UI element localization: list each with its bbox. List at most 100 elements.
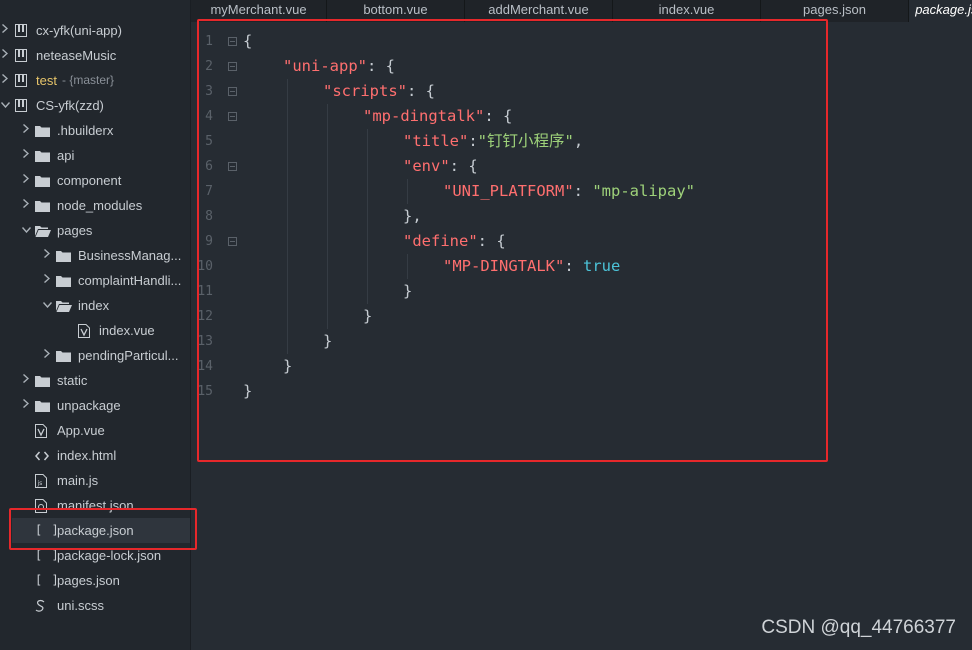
sidebar-item-index-vue[interactable]: index.vue (0, 318, 190, 343)
code-line[interactable]: }, (403, 204, 422, 229)
manifest-file-icon (35, 493, 47, 518)
indent-guide (287, 329, 288, 354)
chevron-down-icon[interactable] (21, 218, 31, 243)
sidebar-item-complainthandli[interactable]: complaintHandli... (0, 268, 190, 293)
folder-icon (56, 268, 71, 293)
sidebar-item-pages[interactable]: pages (0, 218, 190, 243)
indent-guide (367, 129, 368, 154)
code-line[interactable]: "title":"钉钉小程序", (403, 129, 583, 154)
chevron-right-icon[interactable] (21, 168, 31, 193)
code-line[interactable]: "uni-app": { (283, 54, 395, 79)
code-token: : (468, 132, 478, 150)
sidebar-item-package-json[interactable]: [ ] package.json (12, 518, 190, 543)
code-line[interactable]: "MP-DINGTALK": true (443, 254, 620, 279)
chevron-right-icon[interactable] (21, 193, 31, 218)
sidebar-item-index-html[interactable]: index.html (0, 443, 190, 468)
folder-icon (35, 393, 50, 418)
code-line[interactable]: } (403, 279, 412, 304)
tab-label: bottom.vue (363, 2, 428, 17)
chevron-right-icon[interactable] (0, 68, 10, 93)
chevron-down-icon[interactable] (42, 293, 52, 318)
fold-toggle-icon[interactable] (228, 87, 237, 96)
fold-toggle-icon[interactable] (228, 162, 237, 171)
chevron-right-icon[interactable] (0, 43, 10, 68)
code-token: true (583, 257, 621, 275)
code-editor[interactable]: 1 2 3 4 5 6 7 8 9 10 11 12 13 14 15 {"uni-app": {"scri… (191, 22, 972, 650)
indent-guide (287, 104, 288, 129)
sidebar-item-test[interactable]: test - {master} (0, 68, 190, 93)
sidebar-item-package-lock-json[interactable]: [ ] package-lock.json (0, 543, 190, 568)
sidebar-item-label: pages.json (57, 573, 120, 588)
sidebar-item-uni-scss[interactable]: uni.scss (0, 593, 190, 618)
chevron-right-icon[interactable] (21, 118, 31, 143)
chevron-right-icon[interactable] (42, 343, 52, 368)
sidebar-item-cx-yfk-uni-app[interactable]: cx-yfk(uni-app) (0, 18, 190, 43)
json-file-icon: [ ] (35, 523, 60, 537)
sidebar-item-unpackage[interactable]: unpackage (0, 393, 190, 418)
tab-bottom-vue[interactable]: bottom.vue (327, 0, 465, 22)
sidebar-item-label: package-lock.json (57, 548, 162, 563)
indent-guide (327, 304, 328, 329)
sidebar-item-pendingparticul[interactable]: pendingParticul... (0, 343, 190, 368)
project-icon (15, 93, 27, 118)
indent-guide (287, 129, 288, 154)
line-number: 9 (191, 229, 241, 254)
sidebar-item-component[interactable]: component (0, 168, 190, 193)
fold-toggle-icon[interactable] (228, 237, 237, 246)
code-line[interactable]: } (283, 354, 292, 379)
tab-addmerchant-vue[interactable]: addMerchant.vue (465, 0, 613, 22)
code-token: { (243, 32, 253, 50)
sidebar-item-cs-yfk-zzd[interactable]: CS-yfk(zzd) (0, 93, 190, 118)
sidebar-item-pages-json[interactable]: [ ] pages.json (0, 568, 190, 593)
chevron-right-icon[interactable] (42, 243, 52, 268)
line-number-text: 11 (197, 284, 213, 299)
code-line[interactable]: "env": { (403, 154, 478, 179)
sidebar-item-label: main.js (57, 473, 99, 488)
code-line[interactable]: "UNI_PLATFORM": "mp-alipay" (443, 179, 695, 204)
tab-pages-json[interactable]: pages.json (761, 0, 909, 22)
sidebar-item-index[interactable]: index (0, 293, 190, 318)
fold-toggle-icon[interactable] (228, 112, 237, 121)
sidebar-item-hbuilderx[interactable]: .hbuilderx (0, 118, 190, 143)
svg-text:js: js (37, 480, 43, 487)
indent-guide (407, 179, 408, 204)
line-number: 5 (191, 129, 241, 154)
chevron-right-icon[interactable] (21, 368, 31, 393)
code-line[interactable]: "define": { (403, 229, 506, 254)
chevron-right-icon[interactable] (42, 268, 52, 293)
sidebar-item-main-js[interactable]: js main.js (0, 468, 190, 493)
sidebar-item-app-vue[interactable]: App.vue (0, 418, 190, 443)
indent-guide (287, 279, 288, 304)
chevron-right-icon[interactable] (21, 393, 31, 418)
sidebar-item-manifest-json[interactable]: manifest.json (0, 493, 190, 518)
tab-package-json[interactable]: package.json (909, 0, 972, 22)
fold-toggle-icon[interactable] (228, 62, 237, 71)
html-file-icon (35, 443, 49, 468)
sidebar-item-neteasemusic[interactable]: neteaseMusic (0, 43, 190, 68)
code-line[interactable]: } (363, 304, 372, 329)
code-line[interactable]: "mp-dingtalk": { (363, 104, 512, 129)
code-line[interactable]: "scripts": { (323, 79, 435, 104)
line-number-text: 5 (205, 134, 213, 149)
sidebar-item-businessmanag[interactable]: BusinessManag... (0, 243, 190, 268)
project-explorer: cx-yfk(uni-app) neteaseMusic test - {master… (0, 0, 191, 650)
sidebar-item-static[interactable]: static (0, 368, 190, 393)
code-line[interactable]: { (243, 29, 252, 54)
sidebar-item-label: test (36, 73, 57, 88)
tab-mymerchant-vue[interactable]: myMerchant.vue (191, 0, 327, 22)
fold-toggle-icon[interactable] (228, 37, 237, 46)
sidebar-item-api[interactable]: api (0, 143, 190, 168)
sidebar-item-label: complaintHandli... (78, 273, 182, 288)
code-line[interactable]: } (323, 329, 332, 354)
code-line[interactable]: } (243, 379, 252, 404)
line-number: 4 (191, 104, 241, 129)
chevron-right-icon[interactable] (0, 18, 10, 43)
line-number: 1 (191, 29, 241, 54)
sidebar-item-label: cx-yfk(uni-app) (36, 23, 122, 38)
chevron-down-icon[interactable] (0, 93, 10, 118)
sidebar-item-label: .hbuilderx (57, 123, 114, 138)
sidebar-item-node-modules[interactable]: node_modules (0, 193, 190, 218)
chevron-right-icon[interactable] (21, 143, 31, 168)
tab-index-vue[interactable]: index.vue (613, 0, 761, 22)
code-token: } (403, 282, 413, 300)
